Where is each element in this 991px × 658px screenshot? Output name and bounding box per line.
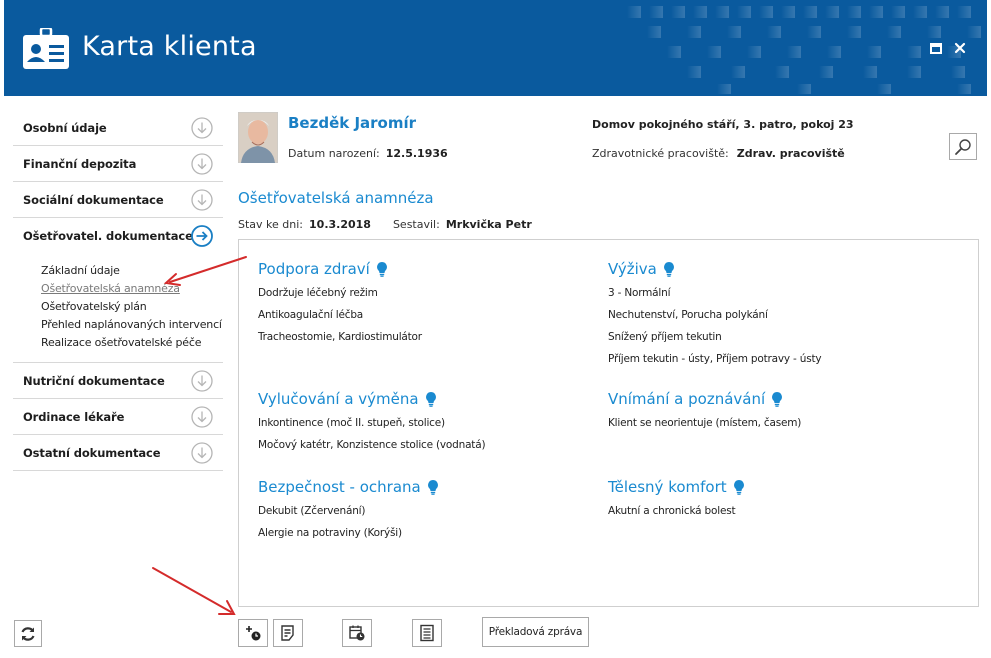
dob-label: Datum narození: [288, 147, 380, 160]
calendar-clock-button[interactable] [342, 619, 372, 647]
category-telesny-komfort: Tělesný komfort Akutní a chronická boles… [608, 477, 745, 526]
sidebar-item-label: Nutriční dokumentace [23, 373, 165, 388]
category-title: Podpora zdraví [258, 260, 370, 278]
dob-value: 12.5.1936 [385, 147, 448, 160]
arrow-down-circle-icon [191, 370, 213, 392]
maximize-icon[interactable] [929, 41, 943, 55]
section-title: Ošetřovatelská anamnéza [238, 189, 434, 207]
category-bezpecnost-ochrana: Bezpečnost - ochrana Dekubit (Zčervenání… [258, 477, 439, 548]
header-pattern [627, 6, 981, 94]
category-item: Akutní a chronická bolest [608, 505, 736, 517]
sidebar-item-ostatni-dokumentace[interactable]: Ostatní dokumentace [13, 435, 223, 471]
calendar-clock-icon [349, 625, 365, 641]
category-item: Klient se neorientuje (místem, časem) [608, 417, 802, 429]
author-value: Mrkvička Petr [445, 218, 532, 231]
anamnesis-panel: Podpora zdraví Dodržuje léčebný režim An… [238, 239, 979, 607]
category-item: Dekubit (Zčervenání) [258, 505, 366, 517]
sidebar-item-nutricni-dokumentace[interactable]: Nutriční dokumentace [13, 363, 223, 399]
patient-workplace: Zdravotnické pracoviště: Zdrav. pracovišt… [592, 147, 845, 160]
document-list-button[interactable] [412, 619, 442, 647]
lightbulb-icon[interactable] [376, 261, 388, 277]
add-record-icon [246, 626, 261, 641]
patient-name: Bezděk Jaromír [288, 114, 417, 132]
category-title: Bezpečnost - ochrana [258, 478, 421, 496]
arrow-down-circle-icon [191, 442, 213, 464]
add-record-button[interactable] [238, 619, 268, 647]
sidebar-item-label: Osobní údaje [23, 120, 107, 135]
workplace-value: Zdrav. pracoviště [736, 147, 845, 160]
sidebar-item-label: Ostatní dokumentace [23, 445, 161, 460]
category-item: Dodržuje léčebný režim [258, 287, 378, 299]
submenu-item-zakladni-udaje[interactable]: Základní údaje [41, 262, 223, 280]
sidebar: Osobní údaje Finanční depozita Sociální … [13, 110, 223, 471]
submenu-item-osetrovatelsky-plan[interactable]: Ošetřovatelský plán [41, 298, 223, 316]
arrow-down-circle-icon [191, 406, 213, 428]
category-item: Nechutenství, Porucha polykání [608, 309, 768, 321]
window-header: Karta klienta [4, 0, 987, 96]
close-icon[interactable] [953, 41, 967, 55]
category-item: Tracheostomie, Kardiostimulátor [258, 331, 422, 343]
submenu-item-prehled-intervenci[interactable]: Přehled naplánovaných intervencí [41, 316, 223, 334]
date-label: Stav ke dni: [238, 218, 304, 231]
sidebar-item-socialni-dokumentace[interactable]: Sociální dokumentace [13, 182, 223, 218]
sidebar-item-label: Ošetřovatel. dokumentace [23, 229, 193, 243]
id-card-icon [23, 28, 69, 69]
document-list-icon [420, 624, 434, 642]
sidebar-item-label: Ordinace lékaře [23, 409, 125, 424]
category-item: Snížený příjem tekutin [608, 331, 722, 343]
patient-home: Domov pokojného stáří, 3. patro, pokoj 2… [592, 118, 854, 131]
sidebar-item-osetrovatel-dokumentace[interactable]: Ošetřovatel. dokumentace [13, 218, 223, 254]
patient-photo [238, 112, 278, 163]
magnifier-icon [955, 138, 971, 155]
category-vylucovani-a-vymena: Vylučování a výměna Inkontinence (moč II… [258, 389, 486, 460]
sidebar-item-ordinace-lekare[interactable]: Ordinace lékaře [13, 399, 223, 435]
sidebar-item-osobni-udaje[interactable]: Osobní údaje [13, 110, 223, 146]
category-item: 3 - Normální [608, 287, 671, 299]
translation-report-button[interactable]: Překladová zpráva [482, 617, 589, 647]
arrow-right-circle-icon [191, 225, 213, 247]
lightbulb-icon[interactable] [663, 261, 675, 277]
submenu-item-realizace-pece[interactable]: Realizace ošetřovatelské péče [41, 334, 223, 352]
arrow-down-circle-icon [191, 117, 213, 139]
lightbulb-icon[interactable] [733, 479, 745, 495]
category-item: Příjem tekutin - ústy, Příjem potravy - … [608, 353, 822, 365]
category-vnimani-a-poznavani: Vnímání a poznávání Klient se neorientuj… [608, 389, 801, 438]
date-value: 10.3.2018 [309, 218, 371, 231]
lightbulb-icon[interactable] [771, 391, 783, 407]
patient-dob: Datum narození: 12.5.1936 [288, 147, 448, 160]
category-vyziva: Výživa 3 - Normální Nechutenství, Poruch… [608, 259, 822, 374]
search-button[interactable] [949, 133, 977, 160]
category-title: Vylučování a výměna [258, 390, 419, 408]
window-title: Karta klienta [82, 31, 257, 62]
submenu-item-osetrovatelska-anamneza[interactable]: Ošetřovatelská anamnéza [41, 280, 223, 298]
category-title: Tělesný komfort [608, 478, 727, 496]
section-meta: Stav ke dni: 10.3.2018 Sestavil: Mrkvička P… [238, 218, 532, 231]
category-title: Vnímání a poznávání [608, 390, 766, 408]
arrow-down-circle-icon [191, 189, 213, 211]
sidebar-item-label: Sociální dokumentace [23, 192, 164, 207]
lightbulb-icon[interactable] [425, 391, 437, 407]
author-label: Sestavil: [392, 218, 440, 231]
notes-icon [281, 625, 294, 641]
notes-button[interactable] [273, 619, 303, 647]
category-item: Antikoagulační léčba [258, 309, 364, 321]
category-item: Alergie na potraviny (Korýši) [258, 527, 402, 539]
sidebar-item-label: Finanční depozita [23, 156, 137, 171]
sidebar-submenu: Základní údaje Ošetřovatelská anamnéza O… [13, 254, 223, 363]
workplace-label: Zdravotnické pracoviště: [592, 147, 729, 160]
refresh-icon [21, 626, 35, 641]
lightbulb-icon[interactable] [427, 479, 439, 495]
category-title: Výživa [608, 260, 657, 278]
sidebar-item-financni-depozita[interactable]: Finanční depozita [13, 146, 223, 182]
category-podpora-zdravi: Podpora zdraví Dodržuje léčebný režim An… [258, 259, 422, 352]
category-item: Močový katétr, Konzistence stolice (vodn… [258, 439, 486, 451]
refresh-button[interactable] [14, 620, 42, 647]
arrow-down-circle-icon [191, 153, 213, 175]
category-item: Inkontinence (moč II. stupeň, stolice) [258, 417, 445, 429]
